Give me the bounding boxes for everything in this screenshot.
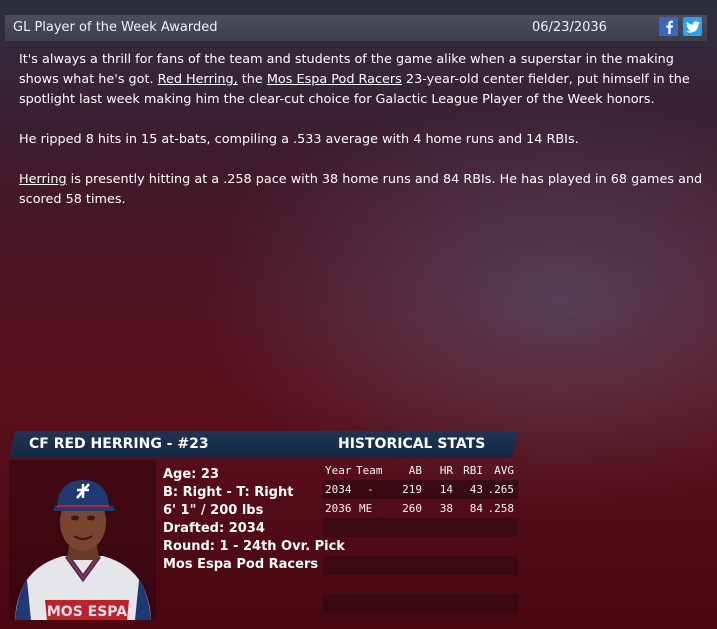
player-link[interactable]: Red Herring, bbox=[158, 72, 238, 87]
player-age: Age: 23 bbox=[163, 467, 219, 482]
news-header: GL Player of the Week Awarded 06/23/2036 bbox=[5, 15, 707, 42]
team-link[interactable]: Mos Espa Pod Racers bbox=[267, 72, 402, 87]
player-portrait-image: MOS ESPA bbox=[15, 480, 151, 620]
twitter-icon bbox=[685, 20, 700, 33]
table-row: 2036 ME 260 38 84 .258 bbox=[325, 502, 514, 515]
player-link-2[interactable]: Herring bbox=[19, 172, 67, 187]
jersey-lettering: MOS ESPA bbox=[47, 604, 127, 620]
player-card-name[interactable]: CF RED HERRING - #23 bbox=[29, 436, 209, 452]
article-paragraph-1: It's always a thrill for fans of the tea… bbox=[19, 52, 690, 107]
col-header-hr: HR bbox=[439, 464, 453, 477]
article-paragraph-2: He ripped 8 hits in 15 at-bats, compilin… bbox=[19, 132, 579, 147]
col-header-rbi: RBI bbox=[463, 464, 483, 477]
player-info: Age: 23 B: Right - T: Right 6' 1" / 200 … bbox=[163, 466, 345, 574]
table-row-empty bbox=[323, 518, 518, 537]
player-draft-round: Round: 1 - 24th Ovr. Pick bbox=[163, 539, 345, 554]
table-row-empty bbox=[323, 556, 518, 575]
player-height-weight: 6' 1" / 200 lbs bbox=[163, 503, 264, 518]
stats-header-row: Year Team AB HR RBI AVG bbox=[323, 461, 518, 480]
player-photo[interactable]: MOS ESPA bbox=[9, 460, 156, 620]
col-header-avg: AVG bbox=[494, 464, 514, 477]
table-row-empty bbox=[323, 537, 518, 556]
top-strip bbox=[0, 0, 717, 8]
news-date: 06/23/2036 bbox=[532, 20, 607, 35]
facebook-icon bbox=[665, 20, 673, 34]
table-row-empty bbox=[323, 575, 518, 594]
article-body: It's always a thrill for fans of the tea… bbox=[19, 50, 704, 230]
historical-stats-table: Year Team AB HR RBI AVG 2034 - 219 14 43… bbox=[323, 461, 518, 613]
article-paragraph-3: Herring is presently hitting at a .258 p… bbox=[19, 172, 703, 207]
col-header-year: Year bbox=[325, 464, 352, 477]
col-header-ab: AB bbox=[408, 464, 422, 477]
player-bats-throws: B: Right - T: Right bbox=[163, 485, 294, 500]
twitter-share-button[interactable] bbox=[683, 17, 702, 36]
table-row-empty bbox=[323, 594, 518, 613]
col-header-team: Team bbox=[356, 464, 383, 477]
facebook-share-button[interactable] bbox=[659, 17, 678, 36]
historical-stats-heading: HISTORICAL STATS bbox=[338, 436, 486, 452]
news-title: GL Player of the Week Awarded bbox=[13, 20, 218, 35]
player-drafted: Drafted: 2034 bbox=[163, 521, 265, 536]
table-row: 2034 - 219 14 43 .265 bbox=[323, 480, 518, 499]
player-team[interactable]: Mos Espa Pod Racers bbox=[163, 556, 345, 574]
